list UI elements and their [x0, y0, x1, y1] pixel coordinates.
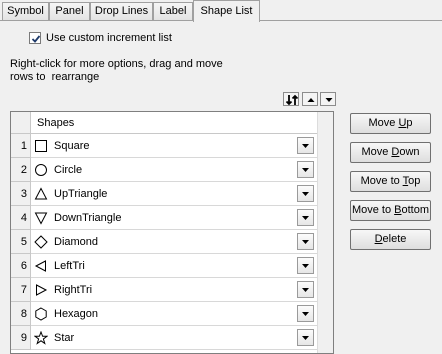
shape-dropdown-button[interactable] [297, 185, 314, 202]
star-icon [34, 331, 48, 345]
sort-icon [285, 94, 299, 106]
tab-drop-lines[interactable]: Drop Lines [90, 2, 153, 20]
shape-label: DownTriangle [54, 212, 122, 224]
square-icon [35, 140, 47, 152]
chevron-down-icon [302, 264, 309, 268]
chevron-down-icon [302, 216, 309, 220]
shape-cell[interactable]: Diamond [31, 230, 317, 254]
move-to-bottom-label-pre: Move to [351, 204, 395, 216]
shape-dropdown-button[interactable] [297, 305, 314, 322]
shape-cell[interactable]: UpTriangle [31, 182, 317, 206]
table-row[interactable]: 4 DownTriangle [11, 206, 317, 230]
chevron-down-icon [302, 288, 309, 292]
row-number: 4 [11, 206, 31, 230]
table-row[interactable]: 8 Hexagon [11, 302, 317, 326]
shape-label: Circle [54, 164, 83, 176]
chevron-down-icon [302, 312, 309, 316]
arrow-up-icon [307, 98, 315, 102]
chevron-down-icon [302, 168, 309, 172]
chevron-down-icon [302, 144, 309, 148]
move-to-bottom-label-post: ottom [401, 204, 430, 216]
shape-cell[interactable]: DownTriangle [31, 206, 317, 230]
row-number: 7 [11, 278, 31, 302]
move-up-label-post: p [406, 117, 413, 129]
move-down-arrow-button[interactable] [320, 92, 336, 106]
move-to-top-label-post: op [408, 175, 421, 187]
shape-dropdown-button[interactable] [297, 257, 314, 274]
right-triangle-icon [36, 284, 48, 296]
shape-dropdown-button[interactable] [297, 209, 314, 226]
delete-button[interactable]: Delete [350, 229, 431, 250]
shape-cell[interactable]: LeftTri [31, 254, 317, 278]
shape-label: Star [54, 332, 75, 344]
left-triangle-icon [34, 260, 46, 272]
tab-label[interactable]: Label [153, 2, 193, 20]
row-number: 5 [11, 230, 31, 254]
shape-label: Square [54, 140, 90, 152]
shape-cell[interactable]: Hexagon [31, 302, 317, 326]
move-up-label-pre: Move [368, 117, 399, 129]
move-up-arrow-button[interactable] [302, 92, 318, 106]
grid-vertical-scrollbar[interactable] [317, 112, 333, 353]
move-down-button[interactable]: Move Down [350, 142, 431, 163]
shape-cell[interactable]: RightTri [31, 278, 317, 302]
move-to-bottom-button[interactable]: Move to Bottom [350, 200, 431, 221]
chevron-down-icon [302, 336, 309, 340]
up-triangle-icon [34, 187, 48, 200]
column-header-shapes: Shapes [31, 112, 317, 134]
row-number: 2 [11, 158, 31, 182]
table-row[interactable]: 6 LeftTri [11, 254, 317, 278]
table-row[interactable]: 9 Star [11, 326, 317, 350]
checkmark-icon [31, 35, 41, 43]
move-to-top-label-pre: Move to [360, 175, 403, 187]
use-custom-increment-checkbox[interactable] [29, 32, 41, 44]
move-to-top-button[interactable]: Move to Top [350, 171, 431, 192]
shape-label: Hexagon [54, 308, 99, 320]
hexagon-icon [35, 307, 47, 321]
move-to-bottom-mnemonic: B [394, 204, 402, 216]
shape-dropdown-button[interactable] [297, 161, 314, 178]
move-down-label-post: own [399, 146, 420, 158]
tab-shape-list[interactable]: Shape List [193, 0, 260, 22]
shape-label: Diamond [54, 236, 99, 248]
shape-cell[interactable]: Star [31, 326, 317, 350]
tab-symbol[interactable]: Symbol [2, 2, 49, 20]
delete-mnemonic: D [374, 233, 383, 245]
shape-label: UpTriangle [54, 188, 108, 200]
row-number: 1 [11, 134, 31, 158]
shape-label: RightTri [54, 284, 93, 296]
tab-panel[interactable]: Panel [49, 2, 90, 20]
shape-dropdown-button[interactable] [297, 233, 314, 250]
table-row[interactable]: 7 RightTri [11, 278, 317, 302]
table-row[interactable]: 5 Diamond [11, 230, 317, 254]
row-number: 6 [11, 254, 31, 278]
shape-label: LeftTri [54, 260, 85, 272]
row-number: 3 [11, 182, 31, 206]
delete-label-post: elete [382, 233, 407, 245]
table-row[interactable]: 1 Square [11, 134, 317, 158]
help-text: Right-click for more options, drag and m… [10, 58, 223, 83]
tab-bar: Symbol Panel Drop Lines Label Shape List [0, 0, 442, 22]
shape-dropdown-button[interactable] [297, 329, 314, 346]
move-up-button[interactable]: Move Up [350, 113, 431, 134]
shape-dropdown-button[interactable] [297, 281, 314, 298]
arrow-down-icon [325, 98, 333, 102]
chevron-down-icon [302, 192, 309, 196]
shape-cell[interactable]: Square [31, 134, 317, 158]
down-triangle-icon [34, 212, 48, 225]
sort-button[interactable] [283, 92, 299, 106]
move-down-label-pre: Move [361, 146, 392, 158]
table-row[interactable]: 2 Circle [11, 158, 317, 182]
circle-icon [35, 164, 47, 176]
shapes-grid[interactable]: Shapes 1 Square 2 Circle 3 UpTriangle 4 … [10, 111, 334, 354]
chevron-down-icon [302, 240, 309, 244]
shape-dropdown-button[interactable] [297, 137, 314, 154]
grid-corner [11, 112, 31, 134]
row-number: 9 [11, 326, 31, 350]
table-row[interactable]: 3 UpTriangle [11, 182, 317, 206]
use-custom-increment-label: Use custom increment list [46, 32, 172, 44]
diamond-icon [34, 235, 48, 249]
row-number: 8 [11, 302, 31, 326]
shape-cell[interactable]: Circle [31, 158, 317, 182]
